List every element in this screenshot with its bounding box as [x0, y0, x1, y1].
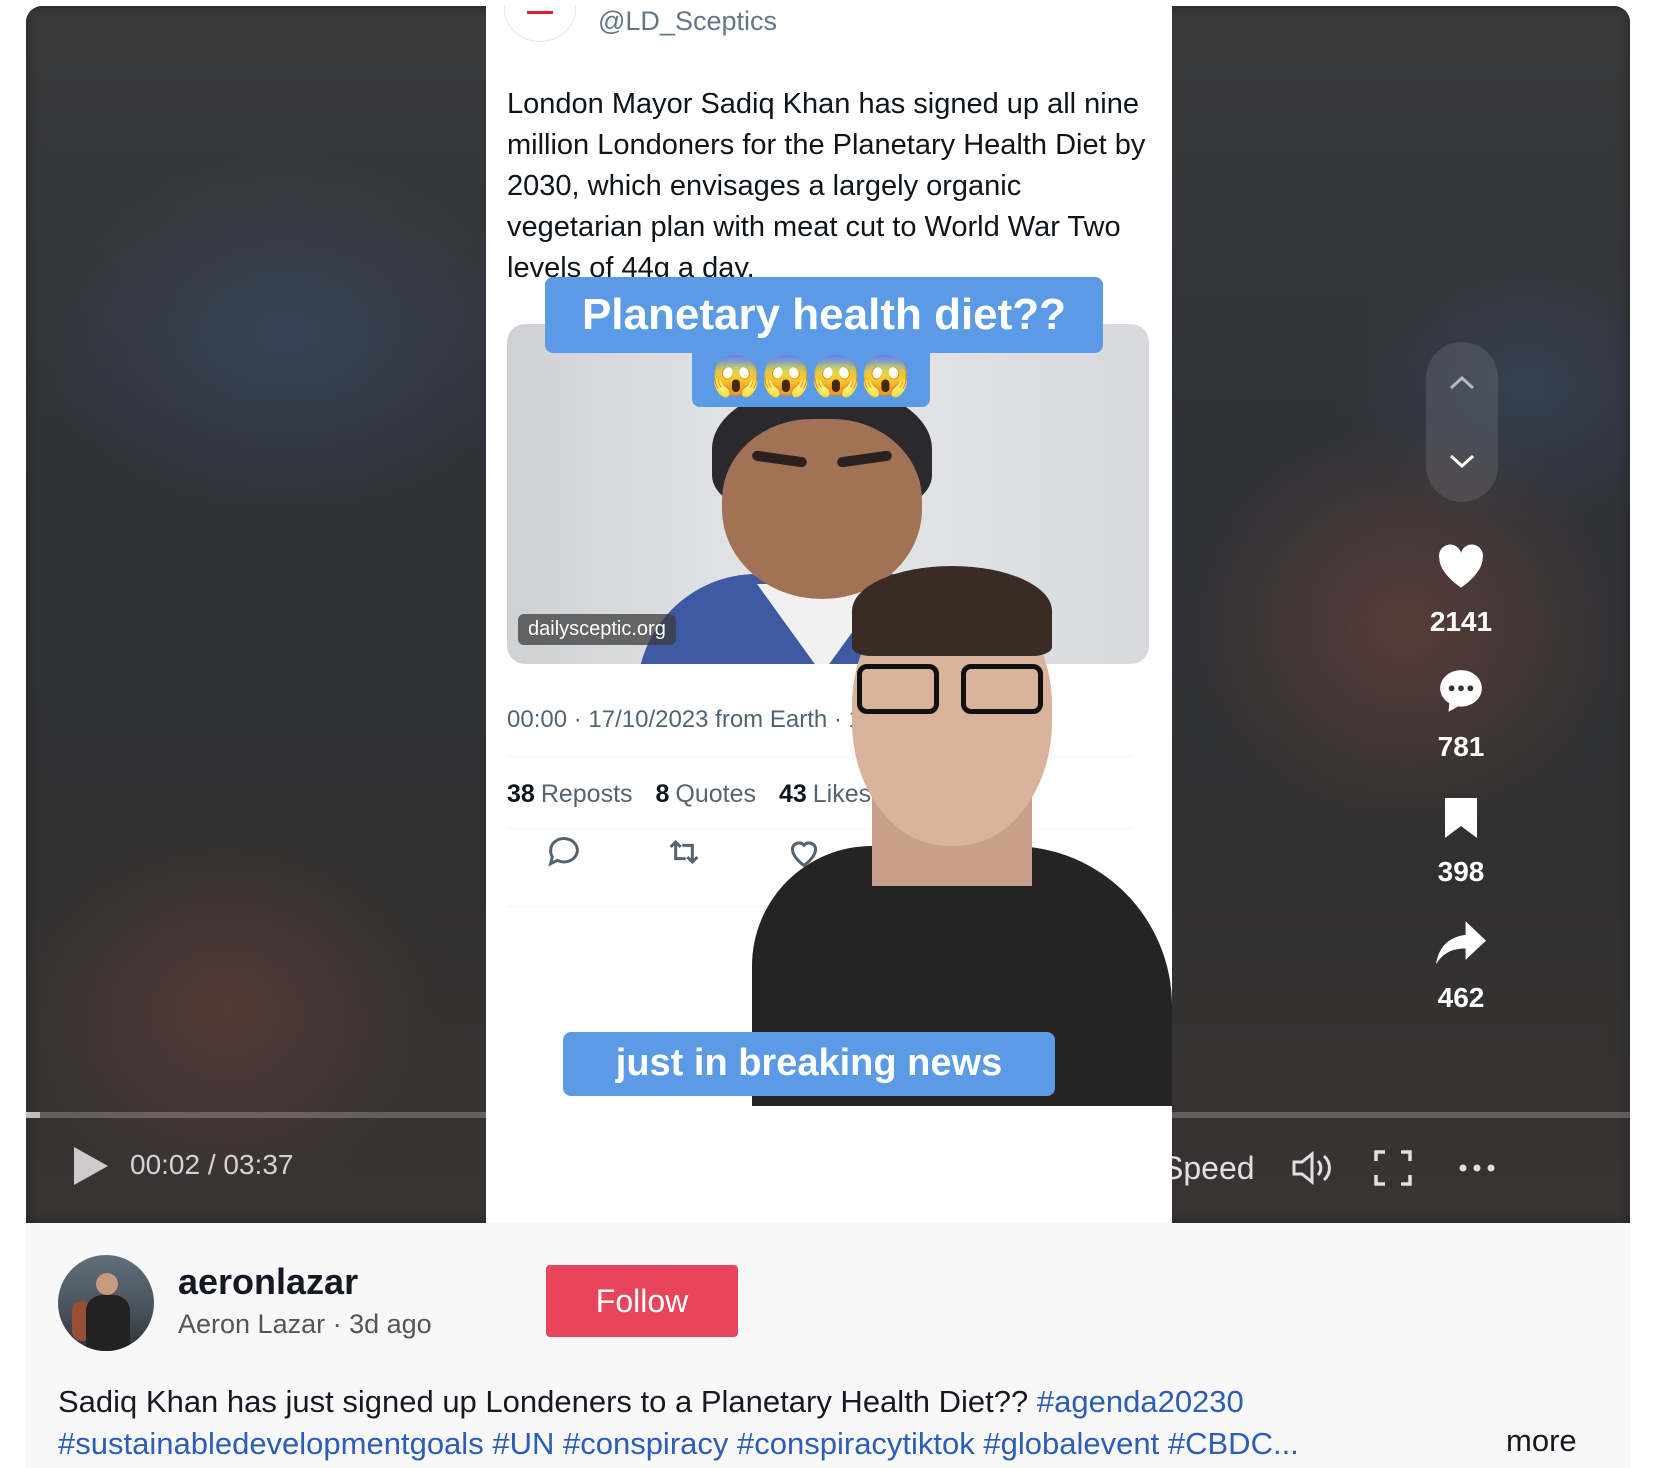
post-age: 3d ago: [349, 1309, 432, 1339]
share-count: 462: [1437, 982, 1485, 1013]
like-count: 2141: [1429, 606, 1493, 637]
play-icon[interactable]: [70, 1144, 110, 1188]
next-video-button[interactable]: [1426, 426, 1498, 496]
author-nickname: Aeron Lazar: [178, 1309, 326, 1339]
speed-button[interactable]: Speed: [1162, 1150, 1255, 1187]
comment-count: 781: [1437, 731, 1485, 762]
bookmark-icon: [1445, 798, 1477, 838]
video-frame[interactable]: @LD_Sceptics London Mayor Sadiq Khan has…: [486, 6, 1172, 1223]
caption-top: Planetary health diet??: [545, 277, 1103, 353]
author-subline: Aeron Lazar · 3d ago: [178, 1309, 432, 1340]
repost-icon: [669, 839, 699, 865]
progress-fill: [26, 1112, 41, 1118]
author-username[interactable]: aeronlazar: [178, 1261, 358, 1303]
caption-bottom: just in breaking news today: [563, 1032, 1055, 1146]
hashtag-link[interactable]: #agenda20230: [1037, 1384, 1244, 1419]
author-avatar[interactable]: [58, 1255, 154, 1351]
quotes-count: 8: [655, 780, 670, 808]
share-icon: [1436, 921, 1486, 965]
heart-icon: [1439, 544, 1484, 588]
separator-dot: ·: [332, 1309, 350, 1339]
save-count: 398: [1437, 856, 1485, 887]
video-info: aeronlazar Aeron Lazar · 3d ago Follow S…: [26, 1223, 1630, 1468]
save-button[interactable]: [1429, 788, 1493, 848]
tweet-text: London Mayor Sadiq Khan has signed up al…: [507, 88, 1146, 284]
previous-video-button[interactable]: [1426, 348, 1498, 418]
comment-icon: [1440, 670, 1482, 712]
reply-icon: [548, 837, 579, 867]
chevron-down-icon: [1449, 454, 1475, 469]
follow-button[interactable]: Follow: [546, 1265, 738, 1337]
caption-emojis: 😱😱😱😱: [692, 347, 930, 407]
chevron-up-icon: [1449, 375, 1475, 390]
tweet-avatar: [504, 6, 576, 42]
tweet-header: @LD_Sceptics: [486, 6, 1172, 46]
hashtag-link[interactable]: #conspiracytiktok: [737, 1426, 975, 1461]
comment-button[interactable]: [1429, 661, 1493, 721]
more-options-icon[interactable]: [1454, 1146, 1500, 1190]
reposts-count: 38: [507, 780, 535, 808]
creator-overlay-image: [752, 546, 1172, 1106]
more-button[interactable]: more: [1506, 1423, 1577, 1459]
progress-bar[interactable]: [26, 1112, 1630, 1118]
video-navigation: [1426, 342, 1498, 502]
hashtag-link[interactable]: #sustainabledevelopmentgoals: [58, 1426, 484, 1461]
reposts-label: Reposts: [540, 780, 633, 808]
hashtag-link[interactable]: #UN: [492, 1426, 554, 1461]
video-player[interactable]: @LD_Sceptics London Mayor Sadiq Khan has…: [26, 6, 1630, 1223]
hashtag-link[interactable]: #globalevent: [983, 1426, 1159, 1461]
fullscreen-icon[interactable]: [1370, 1146, 1416, 1190]
playback-time: 00:02 / 03:37: [130, 1149, 294, 1180]
video-description: Sadiq Khan has just signed up Londeners …: [58, 1381, 1458, 1465]
share-button[interactable]: [1429, 914, 1493, 974]
quotes-label: Quotes: [675, 780, 756, 808]
image-source-label: dailysceptic.org: [518, 614, 676, 645]
hashtag-link[interactable]: #conspiracy: [563, 1426, 728, 1461]
volume-icon[interactable]: [1288, 1146, 1334, 1190]
hashtag-link[interactable]: #CBDC...: [1168, 1426, 1299, 1461]
tweet-handle: @LD_Sceptics: [598, 6, 777, 36]
description-text: Sadiq Khan has just signed up Londeners …: [58, 1384, 1029, 1419]
like-button[interactable]: [1429, 536, 1493, 596]
